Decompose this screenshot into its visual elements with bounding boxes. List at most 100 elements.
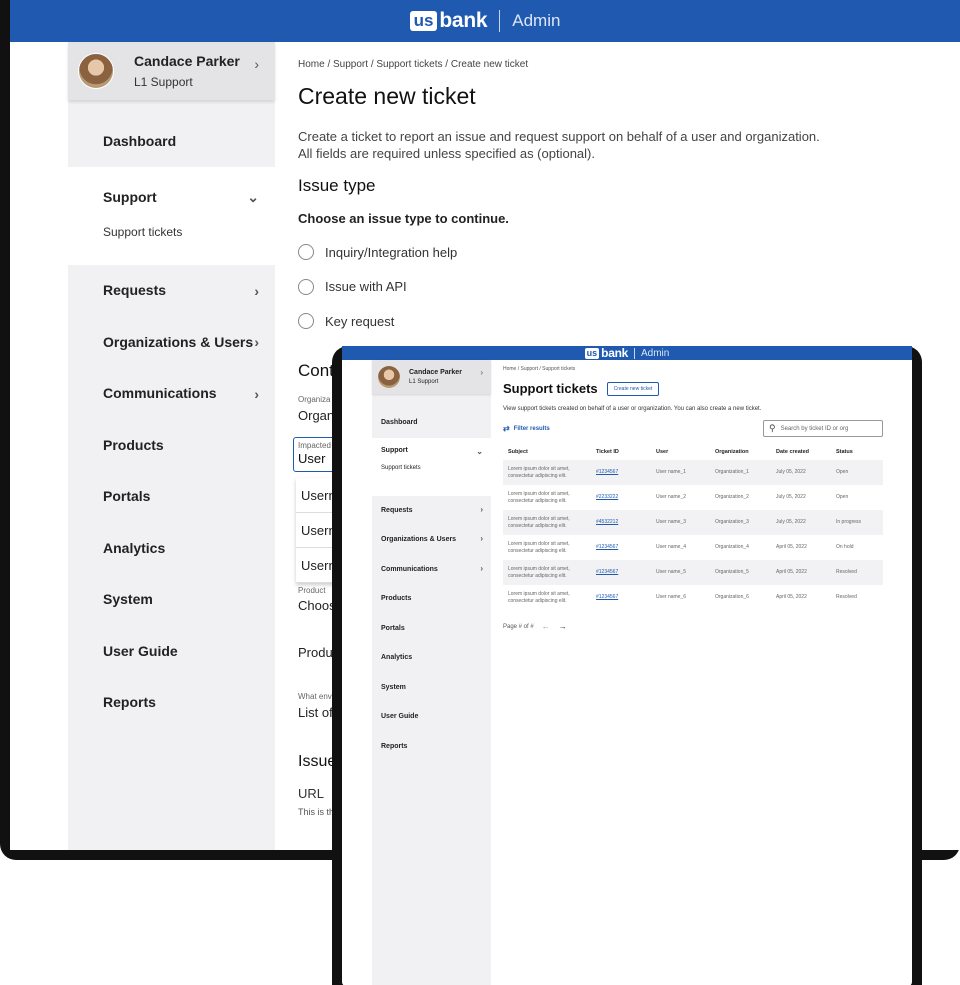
- cell-organization: Organization_2: [715, 494, 749, 500]
- cell-user: User name_1: [656, 469, 687, 475]
- table-row[interactable]: Lorem ipsum dolor sit amet, consectetur a…: [503, 510, 883, 535]
- table-row[interactable]: Lorem ipsum dolor sit amet, consectetur a…: [503, 460, 883, 485]
- environment-field[interactable]: List of: [298, 705, 333, 720]
- sidebar-item-support[interactable]: Support ⌄ Support tickets: [372, 437, 491, 496]
- cell-date: April 05, 2022: [776, 594, 807, 600]
- sidebar-subitem-support-tickets[interactable]: Support tickets: [381, 465, 491, 471]
- radio-option-key-request[interactable]: Key request: [298, 304, 938, 339]
- subject-line: consectetur adipiscing elit.: [508, 472, 567, 479]
- radio-label: Key request: [325, 313, 395, 329]
- ticket-id-link[interactable]: #2233222: [596, 485, 656, 510]
- cell-user: User name_3: [656, 519, 687, 525]
- sidebar-item-requests[interactable]: Requests ›: [372, 496, 491, 526]
- column-header-subject[interactable]: Subject: [503, 443, 596, 460]
- sidebar-item-analytics[interactable]: Analytics: [372, 643, 491, 673]
- sidebar-item-user-guide[interactable]: User Guide: [372, 702, 491, 732]
- ticket-id-link[interactable]: #1234567: [596, 460, 656, 485]
- sidebar-item-label: Requests: [103, 282, 167, 299]
- user-profile[interactable]: Candace Parker L1 Support ›: [68, 42, 275, 100]
- sidebar-item-system[interactable]: System: [68, 574, 275, 626]
- ticket-id-link[interactable]: #4532212: [596, 510, 656, 535]
- search-input[interactable]: ⚲ Search by ticket ID or org: [763, 420, 883, 437]
- sidebar-item-dashboard[interactable]: Dashboard: [68, 115, 275, 167]
- column-header-date-created[interactable]: Date created: [776, 443, 836, 460]
- ticket-id-link[interactable]: #1234567: [596, 535, 656, 560]
- column-header-user[interactable]: User: [656, 443, 715, 460]
- breadcrumb[interactable]: Home / Support / Support tickets: [503, 366, 883, 372]
- cell-subject: Lorem ipsum dolor sit amet, consectetur a…: [503, 585, 596, 610]
- avatar: [378, 366, 400, 388]
- subject-line: Lorem ipsum dolor sit amet,: [508, 540, 570, 547]
- sidebar-item-reports[interactable]: Reports: [372, 732, 491, 762]
- ticket-id-link[interactable]: #1234567: [596, 560, 656, 585]
- table-row[interactable]: Lorem ipsum dolor sit amet, consectetur a…: [503, 585, 883, 610]
- page-title: Support tickets: [503, 381, 598, 396]
- sidebar-item-label: User Guide: [103, 642, 178, 659]
- user-profile[interactable]: Candace Parker L1 Support ›: [372, 360, 491, 394]
- column-header-organization[interactable]: Organization: [715, 443, 776, 460]
- sidebar-item-organizations-users[interactable]: Organizations & Users ›: [68, 316, 275, 368]
- sidebar-item-label: System: [381, 683, 406, 691]
- sidebar-nav: Dashboard Support ⌄ Support tickets Requ…: [372, 408, 491, 761]
- organization-caption: Organiza: [298, 395, 331, 404]
- subject-line: consectetur adipiscing elit.: [508, 522, 567, 529]
- sidebar-item-system[interactable]: System: [372, 673, 491, 703]
- sidebar-nav: Dashboard Support ⌄ Support tickets Requ…: [68, 115, 275, 728]
- radio-option-inquiry[interactable]: Inquiry/Integration help: [298, 235, 938, 270]
- table-row[interactable]: Lorem ipsum dolor sit amet, consectetur a…: [503, 535, 883, 560]
- app-name: Admin: [512, 11, 561, 30]
- user-name: Candace Parker: [409, 369, 462, 376]
- radio-option-issue-api[interactable]: Issue with API: [298, 270, 938, 305]
- search-placeholder: Search by ticket ID or org: [780, 425, 849, 432]
- cell-status: Open: [836, 494, 849, 500]
- sidebar-item-organizations-users[interactable]: Organizations & Users ›: [372, 525, 491, 555]
- cell-status: Resolved: [836, 594, 857, 600]
- cell-subject: Lorem ipsum dolor sit amet, consectetur a…: [503, 460, 596, 485]
- radio-button[interactable]: [298, 244, 314, 261]
- column-header-status[interactable]: Status: [836, 443, 883, 460]
- support-tickets-main: Home / Support / Support tickets Support…: [503, 360, 883, 631]
- cell-organization: Organization_4: [715, 544, 749, 550]
- ticket-id-link[interactable]: #1234567: [596, 585, 656, 610]
- sidebar-item-products[interactable]: Products: [68, 419, 275, 471]
- sidebar-item-communications[interactable]: Communications ›: [372, 555, 491, 585]
- radio-button[interactable]: [298, 313, 314, 330]
- filter-label: Filter results: [513, 425, 550, 432]
- sidebar-item-portals[interactable]: Portals: [68, 471, 275, 523]
- create-new-ticket-button[interactable]: Create new ticket: [606, 381, 660, 396]
- table-row[interactable]: Lorem ipsum dolor sit amet, consectetur a…: [503, 560, 883, 585]
- cell-date: July 05, 2022: [776, 494, 806, 500]
- table-row[interactable]: Lorem ipsum dolor sit amet, consectetur a…: [503, 485, 883, 510]
- chevron-down-icon: ⌄: [247, 188, 259, 205]
- cell-subject: Lorem ipsum dolor sit amet, consectetur a…: [503, 485, 596, 510]
- sidebar-item-requests[interactable]: Requests ›: [68, 265, 275, 317]
- sidebar-item-support[interactable]: Support ⌄ Support tickets: [68, 166, 275, 265]
- cell-organization: Organization_5: [715, 569, 749, 575]
- chevron-right-icon: ›: [254, 282, 259, 299]
- usbank-logo[interactable]: us bank Admin: [584, 346, 670, 360]
- page-title: Create new ticket: [298, 83, 476, 109]
- cell-organization: Organization_1: [715, 469, 749, 475]
- sidebar-subitem-support-tickets[interactable]: Support tickets: [103, 225, 275, 239]
- arrow-left-icon[interactable]: ←: [542, 622, 550, 631]
- subject-line: consectetur adipiscing elit.: [508, 547, 567, 554]
- arrow-right-icon[interactable]: →: [559, 622, 567, 631]
- sidebar-item-label: Products: [103, 436, 164, 453]
- app-name: Admin: [640, 347, 670, 359]
- column-header-ticket-id[interactable]: Ticket ID: [596, 443, 656, 460]
- product-caption: Product: [298, 586, 326, 595]
- top-bar: us bank Admin: [342, 346, 912, 360]
- radio-button[interactable]: [298, 278, 314, 295]
- usbank-logo[interactable]: us bank Admin: [409, 9, 561, 33]
- sidebar-item-dashboard[interactable]: Dashboard: [372, 408, 491, 438]
- sidebar-item-user-guide[interactable]: User Guide: [68, 625, 275, 677]
- sidebar-item-products[interactable]: Products: [372, 584, 491, 614]
- product-select[interactable]: Choos: [298, 598, 336, 613]
- sidebar-item-portals[interactable]: Portals: [372, 614, 491, 644]
- sidebar-item-analytics[interactable]: Analytics: [68, 522, 275, 574]
- sidebar-item-reports[interactable]: Reports: [68, 677, 275, 729]
- sidebar-item-communications[interactable]: Communications ›: [68, 368, 275, 420]
- filter-results-button[interactable]: ⇄ Filter results: [503, 424, 550, 433]
- issue-type-heading: Issue type: [298, 176, 376, 195]
- breadcrumb[interactable]: Home / Support / Support tickets / Creat…: [298, 59, 938, 70]
